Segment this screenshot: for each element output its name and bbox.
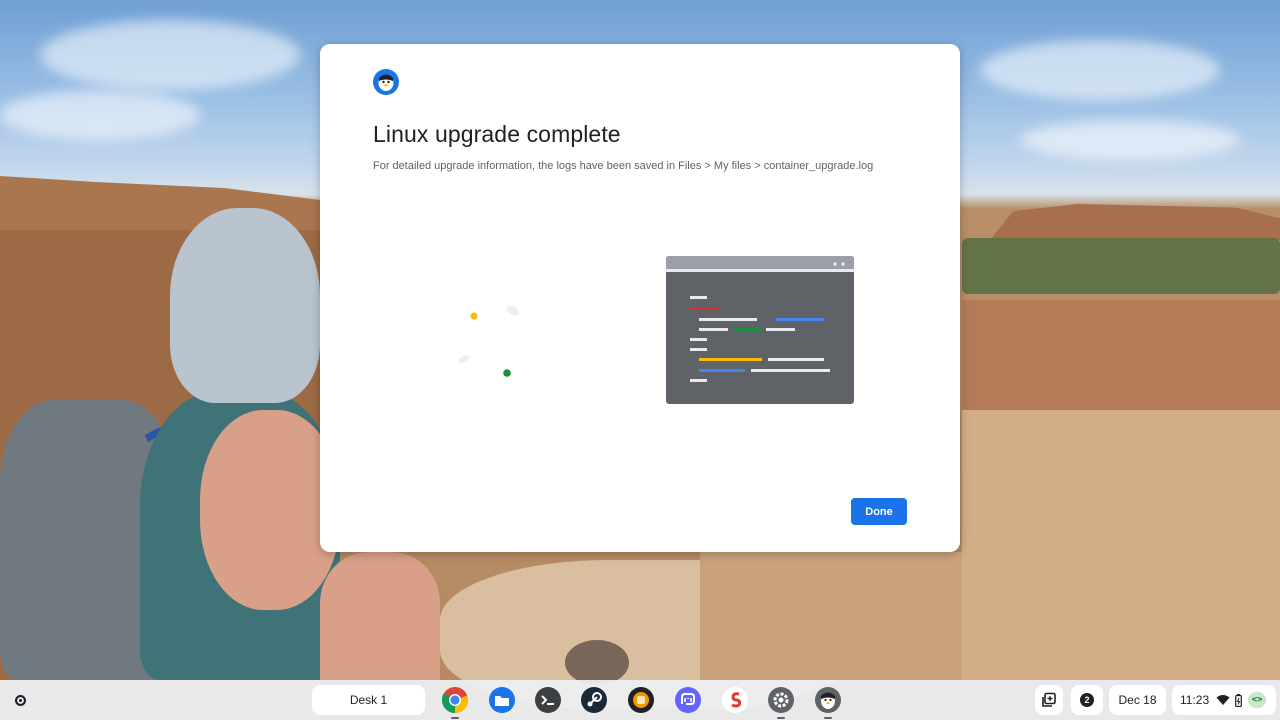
mastodon-icon: [675, 687, 701, 713]
holding-space-button[interactable]: [1035, 685, 1063, 715]
linux-upgrade-dialog: Linux upgrade complete For detailed upgr…: [320, 44, 960, 552]
launcher-button[interactable]: [8, 688, 32, 712]
settings-gear-icon: [768, 687, 794, 713]
running-indicator: [824, 717, 832, 719]
shelf-app-chrome[interactable]: [441, 686, 469, 719]
notification-count-badge: 2: [1080, 693, 1094, 707]
date-label: Dec 18: [1118, 693, 1157, 707]
terminal-illustration: [458, 256, 854, 404]
shelf-app-7[interactable]: [721, 686, 749, 714]
shelf-app-files[interactable]: [488, 686, 516, 714]
shelf-app-5[interactable]: [627, 686, 655, 714]
status-area-button[interactable]: 11:23 <>: [1172, 685, 1276, 715]
linux-penguin-icon: [373, 69, 399, 95]
battery-icon: [1235, 693, 1243, 707]
running-indicator: [777, 717, 785, 719]
shelf-app-steam[interactable]: [580, 686, 608, 714]
code-icon: <>: [1248, 692, 1267, 708]
files-folder-icon: [489, 687, 515, 713]
steam-icon: [581, 687, 607, 713]
dialog-title: Linux upgrade complete: [373, 121, 621, 147]
desk-button[interactable]: Desk 1: [312, 685, 425, 715]
app-7-icon: [722, 687, 748, 713]
dialog-message: For detailed upgrade information, the lo…: [373, 160, 874, 172]
chrome-icon: [441, 687, 469, 714]
shelf: Desk 1 2 Dec 18 11:23 <>: [0, 680, 1280, 720]
linux-penguin-icon: [815, 687, 841, 713]
time-label: 11:23: [1180, 693, 1210, 707]
shelf-app-linux[interactable]: [814, 686, 842, 719]
shelf-app-settings[interactable]: [767, 686, 795, 719]
shelf-app-mastodon[interactable]: [674, 686, 702, 714]
running-indicator: [451, 717, 459, 719]
date-tray-button[interactable]: Dec 18: [1109, 685, 1166, 715]
done-button[interactable]: Done: [851, 498, 907, 525]
launcher-circle-icon: [14, 694, 26, 706]
notification-center-button[interactable]: 2: [1071, 685, 1103, 715]
holding-space-icon: [1042, 692, 1056, 707]
app-5-icon: [628, 687, 654, 713]
terminal-icon: [535, 687, 561, 713]
shelf-app-terminal[interactable]: [534, 686, 562, 714]
wifi-icon: [1216, 695, 1230, 705]
